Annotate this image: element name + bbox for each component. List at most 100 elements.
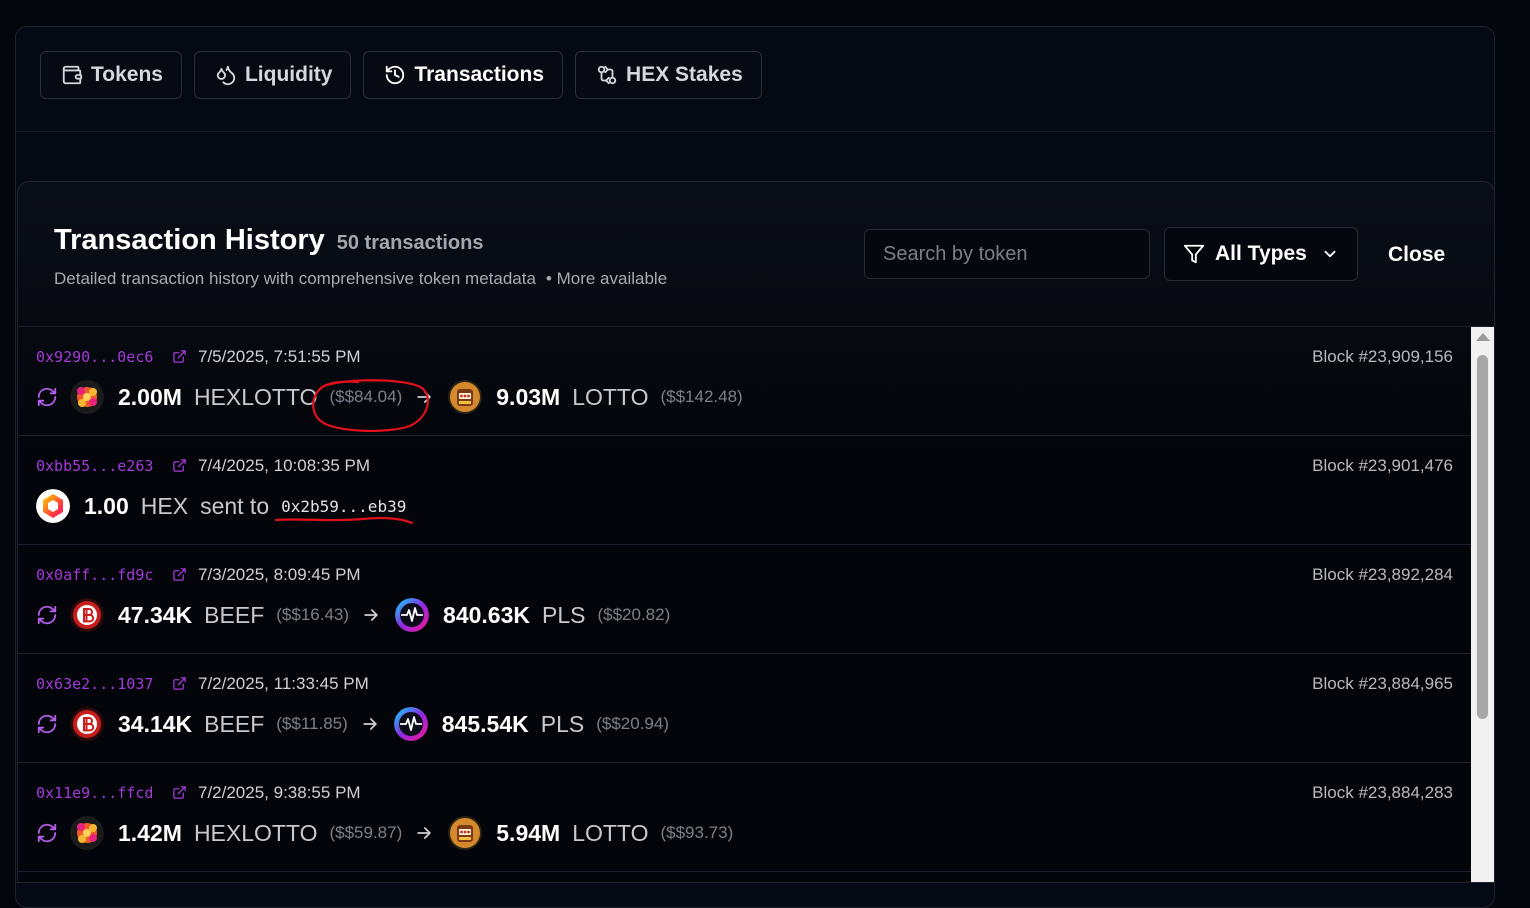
hexlotto-token-icon (70, 380, 104, 414)
tx-block: Block #23,884,283 (1312, 783, 1453, 802)
close-button[interactable]: Close (1388, 243, 1445, 267)
swap-refresh-icon (37, 387, 57, 407)
tab-transactions[interactable]: Transactions (363, 51, 564, 99)
scroll-up-arrow-icon[interactable] (1476, 333, 1490, 341)
hexlotto-token-icon (70, 816, 104, 850)
external-link-icon[interactable] (172, 567, 187, 582)
swap-details: 1.42M HEXLOTTO ($$59.87) 5.94M LOTTO ($$… (36, 813, 745, 853)
transaction-list: 0x9290...0ec6 7/5/2025, 7:51:55 PM Block… (18, 327, 1471, 872)
external-link-icon[interactable] (172, 458, 187, 473)
tx-hash-link[interactable]: 0x0aff...fd9c (36, 566, 153, 584)
to-usd-value: ($$142.48) (660, 387, 743, 406)
tab-tokens-label: Tokens (91, 63, 163, 86)
hex-token-icon (36, 489, 70, 523)
swap-refresh-icon (37, 605, 57, 625)
transaction-row: 0x0aff...fd9c 7/3/2025, 8:09:45 PM Block… (18, 545, 1471, 654)
tx-date: 7/3/2025, 8:09:45 PM (198, 565, 361, 584)
tx-date: 7/2/2025, 11:33:45 PM (198, 674, 369, 693)
type-filter-value: All Types (1215, 242, 1307, 265)
swap-details: 47.34K BEEF ($$16.43) 840.63K PLS ($$20.… (36, 595, 682, 635)
arrow-right-icon (417, 391, 431, 403)
swap-refresh-icon (37, 823, 57, 843)
tx-block: Block #23,901,476 (1312, 456, 1453, 475)
from-usd-value: ($$11.85) (276, 714, 348, 733)
transaction-row: 0x63e2...1037 7/2/2025, 11:33:45 PM Bloc… (18, 654, 1471, 763)
droplets-icon (216, 65, 236, 86)
to-usd-value: ($$93.73) (660, 823, 734, 842)
to-symbol: PLS (540, 710, 585, 737)
swap-details: 34.14K BEEF ($$11.85) 845.54K PLS ($$20.… (36, 704, 681, 744)
to-symbol: LOTTO (572, 819, 649, 846)
swap-details: 2.00M HEXLOTTO ($$84.04) 9.03M LOTTO ($$… (36, 377, 755, 417)
external-link-icon[interactable] (172, 785, 187, 800)
tab-divider (16, 131, 1494, 132)
more-available-note: • More available (545, 269, 668, 288)
transfer-details: 1.00 HEX sent to 0x2b59...eb39 (36, 486, 406, 526)
tab-tokens[interactable]: Tokens (40, 51, 182, 99)
lotto-token-icon (448, 380, 483, 414)
list-scrollbar[interactable] (1471, 327, 1494, 882)
to-amount: 845.54K (441, 710, 529, 737)
from-symbol: HEXLOTTO (193, 383, 318, 410)
pls-token-icon (395, 598, 430, 632)
beef-token-icon (70, 598, 104, 632)
tx-hash-link[interactable]: 0x11e9...ffcd (36, 784, 153, 802)
git-compare-icon (597, 65, 617, 85)
tab-liquidity[interactable]: Liquidity (193, 51, 352, 99)
to-amount: 840.63K (443, 601, 530, 628)
external-link-icon[interactable] (172, 676, 187, 691)
tab-bar: Tokens Liquidity Transactions HEX Stakes (40, 51, 762, 99)
subtitle-text: Detailed transaction history with compre… (54, 269, 536, 288)
arrow-right-icon (364, 609, 378, 621)
panel-heading: Transaction History 50 transactions (54, 224, 483, 257)
tab-hex-stakes[interactable]: HEX Stakes (575, 51, 762, 99)
pls-token-icon (393, 707, 428, 741)
tx-block: Block #23,909,156 (1312, 347, 1453, 366)
swap-refresh-icon (37, 714, 57, 734)
tab-hex-stakes-label: HEX Stakes (626, 63, 743, 86)
transfer-amount: 1.00 (84, 492, 129, 519)
beef-token-icon (70, 707, 104, 741)
to-symbol: LOTTO (572, 383, 649, 410)
history-icon (386, 65, 405, 85)
from-amount: 1.42M (118, 819, 182, 846)
from-usd-value: ($$84.04) (329, 387, 403, 406)
to-usd-value: ($$20.94) (596, 714, 669, 733)
from-amount: 2.00M (118, 383, 182, 410)
tx-hash-link[interactable]: 0xbb55...e263 (36, 457, 153, 475)
scroll-thumb[interactable] (1477, 355, 1488, 719)
from-symbol: BEEF (204, 710, 265, 737)
to-symbol: PLS (542, 601, 586, 628)
type-filter-select[interactable]: All Types (1164, 227, 1358, 281)
transaction-row: 0x11e9...ffcd 7/2/2025, 9:38:55 PM Block… (18, 763, 1471, 872)
tx-hash-link[interactable]: 0x63e2...1037 (36, 675, 153, 693)
filter-icon (1183, 244, 1205, 264)
tx-date: 7/2/2025, 9:38:55 PM (198, 783, 361, 802)
tab-transactions-label: Transactions (414, 63, 545, 86)
sent-to-label: sent to (200, 492, 270, 519)
tx-hash-link[interactable]: 0x9290...0ec6 (36, 348, 153, 366)
to-amount: 9.03M (496, 383, 561, 410)
tx-date: 7/4/2025, 10:08:35 PM (198, 456, 371, 475)
recipient-address[interactable]: 0x2b59...eb39 (281, 497, 406, 516)
external-link-icon[interactable] (172, 349, 187, 364)
from-usd-value: ($$16.43) (276, 605, 350, 624)
transaction-row: 0x9290...0ec6 7/5/2025, 7:51:55 PM Block… (18, 327, 1471, 436)
panel-subtitle: Detailed transaction history with compre… (54, 269, 667, 289)
tx-block: Block #23,884,965 (1312, 674, 1453, 693)
arrow-right-icon (363, 718, 377, 730)
lotto-token-icon (448, 816, 483, 850)
from-amount: 34.14K (118, 710, 193, 737)
transaction-count: 50 transactions (336, 232, 484, 254)
panel-title: Transaction History (54, 224, 325, 256)
search-input[interactable] (864, 229, 1150, 279)
transaction-history-panel: Transaction History 50 transactions Deta… (17, 181, 1495, 883)
from-usd-value: ($$59.87) (329, 823, 403, 842)
from-symbol: HEXLOTTO (193, 819, 318, 846)
from-amount: 47.34K (118, 601, 193, 628)
transaction-row: 0xbb55...e263 7/4/2025, 10:08:35 PM Bloc… (18, 436, 1471, 545)
tx-date: 7/5/2025, 7:51:55 PM (198, 347, 361, 366)
to-usd-value: ($$20.82) (597, 605, 671, 624)
transfer-symbol: HEX (140, 492, 189, 519)
tx-block: Block #23,892,284 (1312, 565, 1453, 584)
